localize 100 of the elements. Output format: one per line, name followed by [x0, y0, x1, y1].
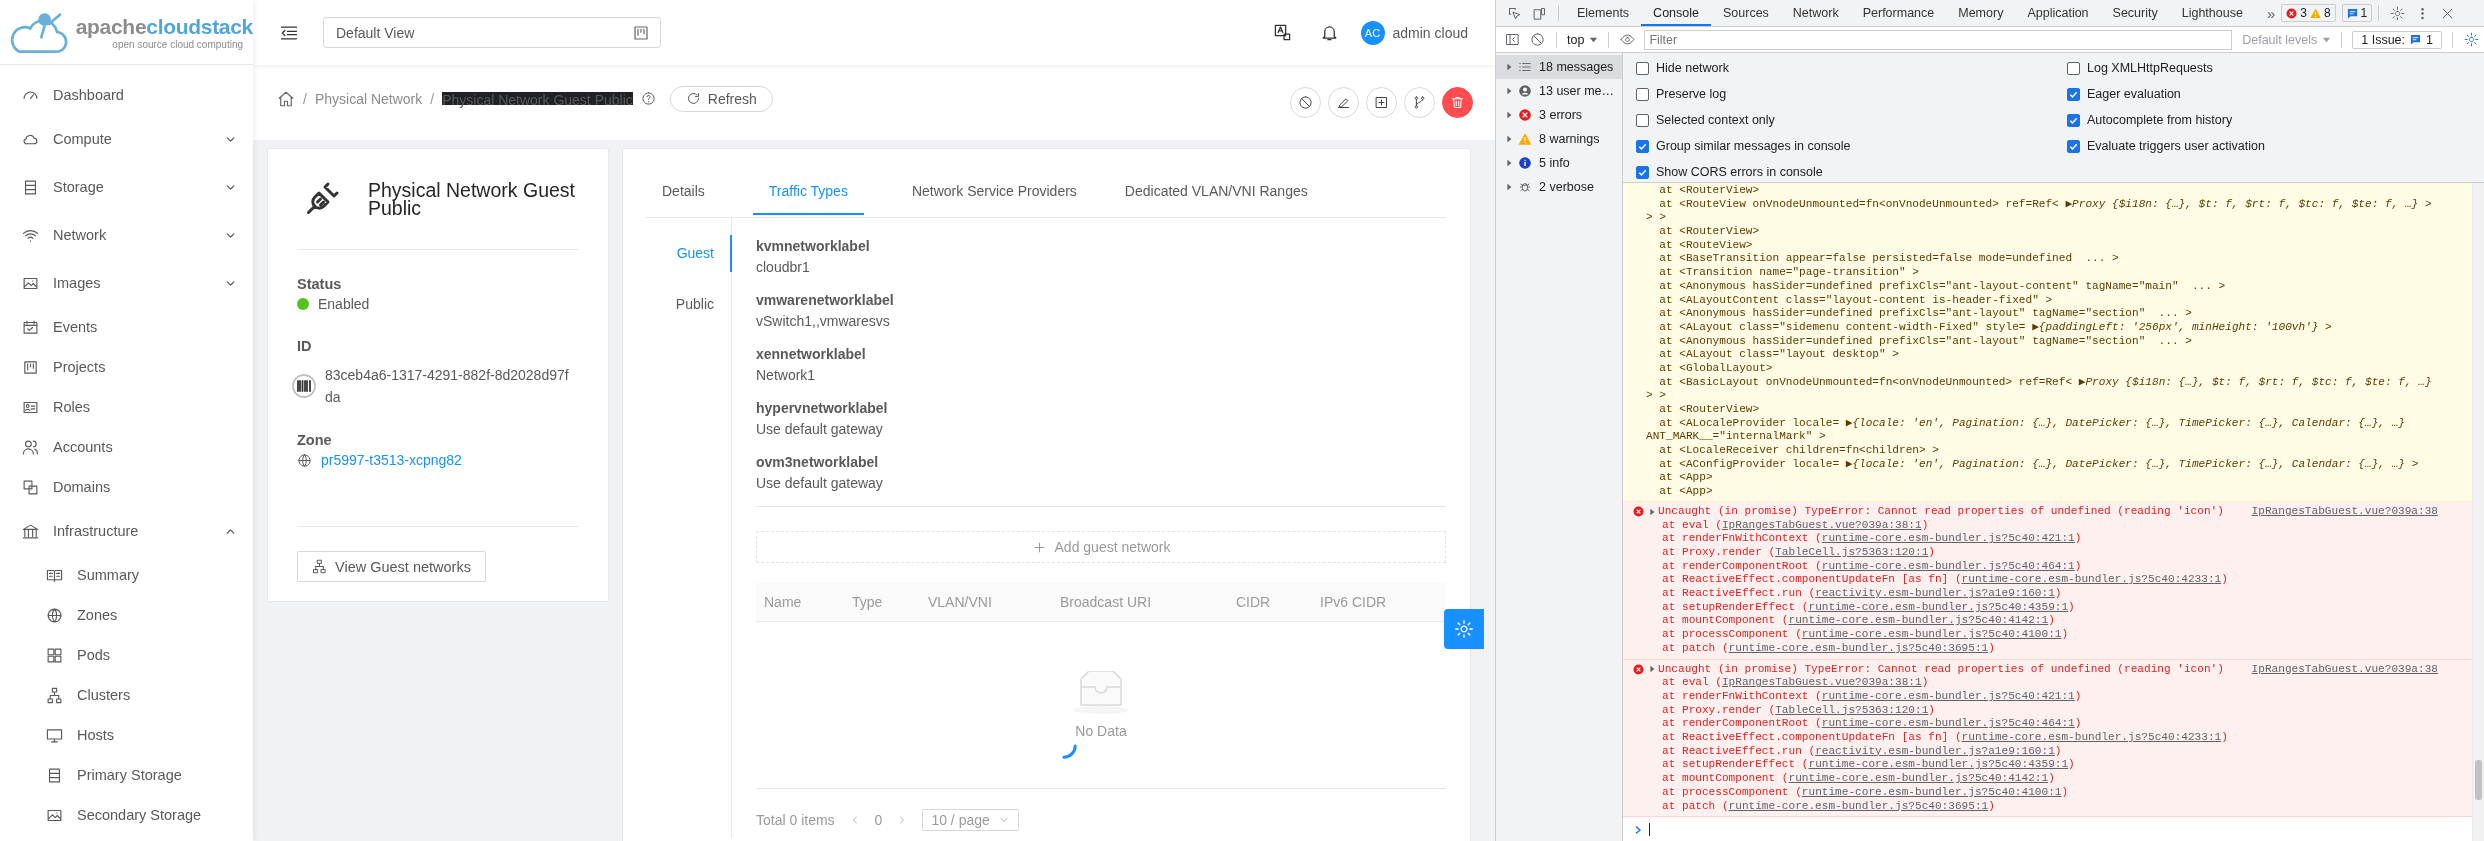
- sidebar-item[interactable]: Zones: [0, 595, 253, 635]
- devtools-tab[interactable]: Application: [2015, 0, 2101, 26]
- devtools-tab[interactable]: Sources: [1711, 0, 1781, 26]
- issues-badge[interactable]: 1: [2341, 4, 2373, 22]
- sidebar-item[interactable]: Dashboard: [0, 75, 253, 115]
- sidebar-item[interactable]: Pods: [0, 635, 253, 675]
- sidebar-item[interactable]: Summary: [0, 555, 253, 595]
- sidebar-item[interactable]: Roles: [0, 387, 253, 427]
- home-icon[interactable]: [277, 89, 295, 108]
- devtools-tab[interactable]: Elements: [1565, 0, 1642, 26]
- devtools-tab[interactable]: Network: [1780, 0, 1851, 26]
- message-filter-item[interactable]: 5 info: [1496, 151, 1622, 175]
- sidebar-item[interactable]: Infrastructure: [0, 507, 253, 555]
- sidebar-item[interactable]: Storage: [0, 163, 253, 211]
- source-link[interactable]: runtime-core.esm-bundler.js?5c40:4233:1: [1961, 731, 2222, 744]
- checkbox[interactable]: [1636, 165, 1649, 179]
- source-link[interactable]: runtime-core.esm-bundler.js?5c40:4142:1: [1788, 614, 2049, 627]
- sidebar-item[interactable]: Projects: [0, 347, 253, 387]
- checkbox[interactable]: [2067, 113, 2080, 127]
- message-filter-item[interactable]: 18 messages: [1496, 55, 1622, 79]
- source-link[interactable]: IpRangesTabGuest.vue?039a:38: [2251, 662, 2438, 677]
- checkbox[interactable]: [1636, 113, 1649, 127]
- branch-button[interactable]: [1404, 87, 1435, 118]
- source-link[interactable]: IpRangesTabGuest.vue?039a:38:1: [1721, 518, 1922, 531]
- error-warning-badge[interactable]: 3 8: [2281, 4, 2336, 22]
- source-link[interactable]: IpRangesTabGuest.vue?039a:38:1: [1721, 676, 1922, 689]
- scrollbar-thumb[interactable]: [2475, 760, 2482, 800]
- source-link[interactable]: runtime-core.esm-bundler.js?5c40:4359:1: [1808, 758, 2069, 771]
- settings-icon[interactable]: [2464, 32, 2479, 47]
- disable-button[interactable]: [1290, 87, 1321, 118]
- source-link[interactable]: runtime-core.esm-bundler.js?5c40:421:1: [1821, 689, 2075, 702]
- context-select[interactable]: top: [1563, 32, 1603, 47]
- view-selector[interactable]: Default View: [323, 17, 661, 48]
- refresh-button[interactable]: Refresh: [669, 85, 773, 112]
- source-link[interactable]: TableCell.js?5363:120:1: [1775, 545, 1929, 558]
- source-link[interactable]: runtime-core.esm-bundler.js?5c40:4233:1: [1961, 573, 2222, 586]
- help-icon[interactable]: [640, 91, 656, 106]
- breadcrumb-item[interactable]: Physical Network: [314, 90, 423, 107]
- message-filter-item[interactable]: 2 verbose: [1496, 175, 1622, 199]
- source-link[interactable]: runtime-core.esm-bundler.js?5c40:464:1: [1821, 717, 2075, 730]
- add-button[interactable]: [1366, 87, 1397, 118]
- text-cursor[interactable]: [1649, 823, 1650, 837]
- expand-arrow-icon[interactable]: [1648, 665, 1656, 674]
- source-link[interactable]: reactivity.esm-bundler.js?a1e9:160:1: [1815, 744, 2055, 757]
- eye-icon[interactable]: [1620, 32, 1636, 47]
- sidebar-item[interactable]: Secondary Storage: [0, 795, 253, 835]
- inspect-icon[interactable]: [1507, 5, 1522, 21]
- expand-arrow-icon[interactable]: [1648, 507, 1656, 516]
- clear-console-icon[interactable]: [1530, 32, 1545, 47]
- sidebar-item[interactable]: Events: [0, 307, 253, 347]
- device-icon[interactable]: [1532, 5, 1547, 21]
- checkbox[interactable]: [1636, 139, 1649, 153]
- filter-field[interactable]: Filter: [1644, 29, 2233, 50]
- source-link[interactable]: runtime-core.esm-bundler.js?5c40:4100:1: [1801, 628, 2062, 641]
- sidebar-item[interactable]: Hosts: [0, 715, 253, 755]
- delete-button[interactable]: [1442, 87, 1473, 118]
- settings-icon[interactable]: [2390, 5, 2406, 21]
- source-link[interactable]: runtime-core.esm-bundler.js?5c40:421:1: [1821, 532, 2075, 545]
- sidebar-item[interactable]: Compute: [0, 115, 253, 163]
- issues-button[interactable]: 1 Issue: 1: [2352, 30, 2442, 49]
- source-link[interactable]: IpRangesTabGuest.vue?039a:38: [2251, 504, 2438, 519]
- checkbox[interactable]: [1636, 87, 1649, 101]
- source-link[interactable]: TableCell.js?5363:120:1: [1775, 703, 1929, 716]
- devtools-tab[interactable]: Memory: [1946, 0, 2016, 26]
- devtools-tab[interactable]: Security: [2100, 0, 2170, 26]
- traffic-type-tab[interactable]: Public: [646, 286, 732, 323]
- source-link[interactable]: runtime-core.esm-bundler.js?5c40:464:1: [1821, 559, 2075, 572]
- source-link[interactable]: runtime-core.esm-bundler.js?5c40:3695:1: [1728, 641, 1989, 654]
- translate-icon[interactable]: [1272, 23, 1292, 42]
- sidebar-item[interactable]: Images: [0, 259, 253, 307]
- source-link[interactable]: runtime-core.esm-bundler.js?5c40:3695:1: [1728, 799, 1989, 812]
- column-header: Type: [852, 594, 884, 610]
- source-link[interactable]: reactivity.esm-bundler.js?a1e9:160:1: [1815, 587, 2055, 600]
- devtools-tab[interactable]: Lighthouse: [2169, 0, 2255, 26]
- checkbox[interactable]: [1636, 61, 1649, 75]
- sidebar-item[interactable]: Primary Storage: [0, 755, 253, 795]
- checkbox[interactable]: [2067, 61, 2080, 75]
- log-line: at <RouterView>: [1658, 184, 1761, 198]
- source-link[interactable]: runtime-core.esm-bundler.js?5c40:4100:1: [1801, 785, 2062, 798]
- tab[interactable]: Details: [662, 181, 705, 215]
- more-tabs[interactable]: »: [2266, 4, 2276, 22]
- user-name[interactable]: admin cloud: [1392, 24, 1468, 41]
- devtools-tab[interactable]: Performance: [1850, 0, 1947, 26]
- sidebar-toggle-icon[interactable]: [1505, 32, 1520, 47]
- message-filter-item[interactable]: 8 warnings: [1496, 127, 1622, 151]
- sidebar-item[interactable]: Domains: [0, 467, 253, 507]
- tab[interactable]: Dedicated VLAN/VNI Ranges: [1124, 181, 1308, 215]
- sidebar-item[interactable]: Clusters: [0, 675, 253, 715]
- checkbox[interactable]: [2067, 139, 2080, 153]
- tab[interactable]: Network Service Providers: [911, 181, 1077, 215]
- devtools-tab[interactable]: Console: [1641, 0, 1711, 26]
- sidebar-item[interactable]: Network: [0, 211, 253, 259]
- checkbox[interactable]: [2067, 87, 2080, 101]
- message-filter-item[interactable]: 13 user me…: [1496, 79, 1622, 103]
- sidebar-item[interactable]: Accounts: [0, 427, 253, 467]
- message-filter-item[interactable]: 3 errors: [1496, 103, 1622, 127]
- source-link[interactable]: runtime-core.esm-bundler.js?5c40:4359:1: [1808, 600, 2069, 613]
- edit-button[interactable]: [1328, 87, 1359, 118]
- source-link[interactable]: runtime-core.esm-bundler.js?5c40:4142:1: [1788, 772, 2049, 785]
- view-guest-networks-button[interactable]: View Guest networks: [297, 551, 486, 582]
